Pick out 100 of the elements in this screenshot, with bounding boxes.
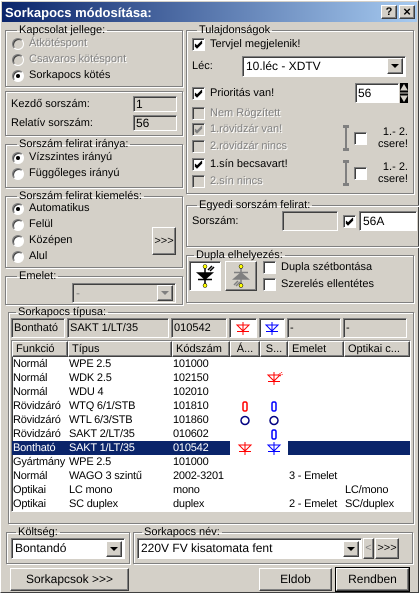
table-cell-text: 101000 [172, 357, 210, 371]
table-cell-text: Normál [12, 371, 48, 385]
help-button[interactable]: ? [381, 5, 397, 19]
checkbox-label: 1.sín becsavart! [210, 158, 288, 171]
table-row[interactable]: Optikai LC mono mono LC/mono [12, 483, 410, 497]
field-label: Kezdő sorszám: [11, 98, 90, 110]
table-row[interactable]: Normál WDU 4 102010 [12, 385, 410, 399]
table-cell-text: WAGO 3 szintű [68, 469, 143, 483]
dialog-button[interactable]: Rendben [336, 568, 409, 591]
dropdown-button[interactable] [343, 540, 359, 556]
table-cell-text: Rövidzáró [12, 427, 62, 441]
radio-button[interactable] [12, 70, 24, 82]
table-cell-text: Rövidzáró [12, 399, 62, 413]
checkbox-label: 1.rövidzár van! [210, 123, 282, 136]
group-title: Kapcsolat jellege: [18, 24, 106, 36]
table-cell-text: 010602 [172, 427, 210, 441]
table-row[interactable]: Optikai SC duplex duplex 2 - Emelet SC/duplex [12, 497, 410, 511]
radio-button[interactable] [12, 168, 24, 180]
radio-button[interactable] [12, 202, 24, 214]
checkbox-label: Prioritás van! [210, 86, 274, 100]
group-title: Emelet: [18, 270, 58, 282]
checkbox-label: 2.sín nincs [210, 175, 263, 188]
dropdown-value: - [76, 286, 81, 300]
radio-button[interactable] [12, 250, 24, 262]
column-header[interactable]: Emelet [288, 341, 344, 357]
table-row[interactable]: Normál WAGO 3 szintű 2002-3201 3 - Emelet [12, 469, 410, 483]
column-header[interactable]: Optikai c... [344, 341, 410, 357]
dropdown[interactable]: 220V FV kisatomata fent [137, 538, 362, 559]
radio-button[interactable] [12, 152, 24, 164]
checkbox-label: Nem Rögzített [210, 107, 280, 120]
column-header[interactable]: S... [260, 341, 288, 357]
group-title: Dupla elhelyezés: [195, 249, 284, 261]
group-title: Egyedi sorszám felirat: [198, 199, 312, 211]
table-cell-text: 102150 [172, 371, 210, 385]
field-label: Sorszám: [192, 214, 240, 228]
bracket-icon [343, 124, 349, 152]
table-cell-text: WDU 4 [68, 385, 104, 399]
checkbox-label: Szerelés ellentétes [281, 278, 374, 291]
table-cell-text: WPE 2.5 [68, 357, 112, 371]
field-label: Relatív sorszám: [11, 116, 93, 130]
table-row[interactable]: Rövidzáró WTQ 6/1/STB 101810 [12, 399, 410, 413]
close-button[interactable]: × [399, 5, 415, 19]
checkbox[interactable] [354, 132, 367, 144]
table-row[interactable]: Normál WPE 2.5 101000 [12, 357, 410, 371]
window-title: Sorkapocs módosítása: [5, 6, 153, 18]
table-cell-text: 2 - Emelet [288, 497, 338, 511]
radio-label: Alul [29, 250, 48, 263]
table-row[interactable]: Gyártmány WPE 2.5 101000 [12, 455, 410, 469]
column-header[interactable]: Funkció [12, 341, 68, 357]
diode-icon [230, 264, 252, 288]
radio-button[interactable] [12, 234, 24, 246]
next-button[interactable]: >>> [375, 538, 399, 559]
checkbox[interactable] [192, 38, 205, 50]
dropdown-button[interactable] [387, 58, 403, 74]
checkbox[interactable] [263, 261, 276, 274]
checkbox[interactable] [192, 158, 205, 171]
table-cell-text: LC mono [68, 483, 114, 497]
dialog-button[interactable]: Eldob [259, 568, 332, 591]
column-header[interactable]: Á... [230, 341, 260, 357]
table-cell-text: SC duplex [68, 497, 119, 511]
group-title: Sorszám felirat kiemelés: [18, 190, 143, 202]
tool-button[interactable] [189, 261, 221, 291]
table-cell-text: SC/duplex [344, 497, 395, 511]
table-cell-text: 3 - Emelet [288, 469, 338, 483]
dropdown-button[interactable] [106, 540, 122, 556]
text-field[interactable]: 56A [359, 211, 417, 231]
group-title: Sorkapocs típusa: [17, 306, 108, 318]
caret-icon [110, 546, 118, 550]
radio-label: Középen [29, 234, 72, 247]
table-cell-text: 101810 [172, 399, 210, 413]
checkbox[interactable] [343, 214, 356, 228]
table-cell-text: duplex [172, 497, 206, 511]
checkbox[interactable] [192, 86, 205, 100]
checkbox-label: 1.- 2. csere! [377, 126, 408, 150]
more-button[interactable]: >>> [152, 227, 176, 255]
column-header[interactable]: Típus [68, 341, 172, 357]
table-cell-text: Normál [12, 469, 48, 483]
group-title: Sorszám felirat iránya: [18, 138, 130, 150]
table-row[interactable]: Bontható SAKT 1/LT/35 010542 [12, 441, 410, 455]
checkbox[interactable] [354, 166, 367, 180]
table-cell-text: mono [172, 483, 201, 497]
dropdown[interactable]: Bontandó [11, 538, 125, 559]
table-cell-text: Gyártmány [12, 455, 66, 469]
table-cell-text: Normál [12, 385, 48, 399]
diode-icon [194, 264, 216, 288]
dialog-button[interactable]: Sorkapcsok >>> [10, 568, 129, 591]
table-row[interactable]: Normál WDK 2.5 102150 [12, 371, 410, 385]
radio-label: Vízszintes irányú [29, 151, 112, 164]
dropdown-value: 10.léc - XDTV [246, 60, 322, 72]
number-field[interactable]: 56 [355, 83, 399, 103]
checkbox[interactable] [263, 278, 276, 291]
table-row[interactable]: Rövidzáró WTL 6/3/STB 101860 [12, 413, 410, 427]
radio-button[interactable] [12, 218, 24, 230]
column-header[interactable]: Kódszám [172, 341, 230, 357]
table-cell-text: 102010 [172, 385, 210, 399]
dropdown-value: 220V FV kisatomata fent [141, 542, 274, 555]
dropdown[interactable]: 10.léc - XDTV [242, 56, 406, 76]
radio-label: Függőleges irányú [29, 167, 120, 180]
table-row[interactable]: Rövidzáró SAKT 2/LT/35 010602 [12, 427, 410, 441]
group-title: Sorkapocs név: [143, 526, 221, 538]
